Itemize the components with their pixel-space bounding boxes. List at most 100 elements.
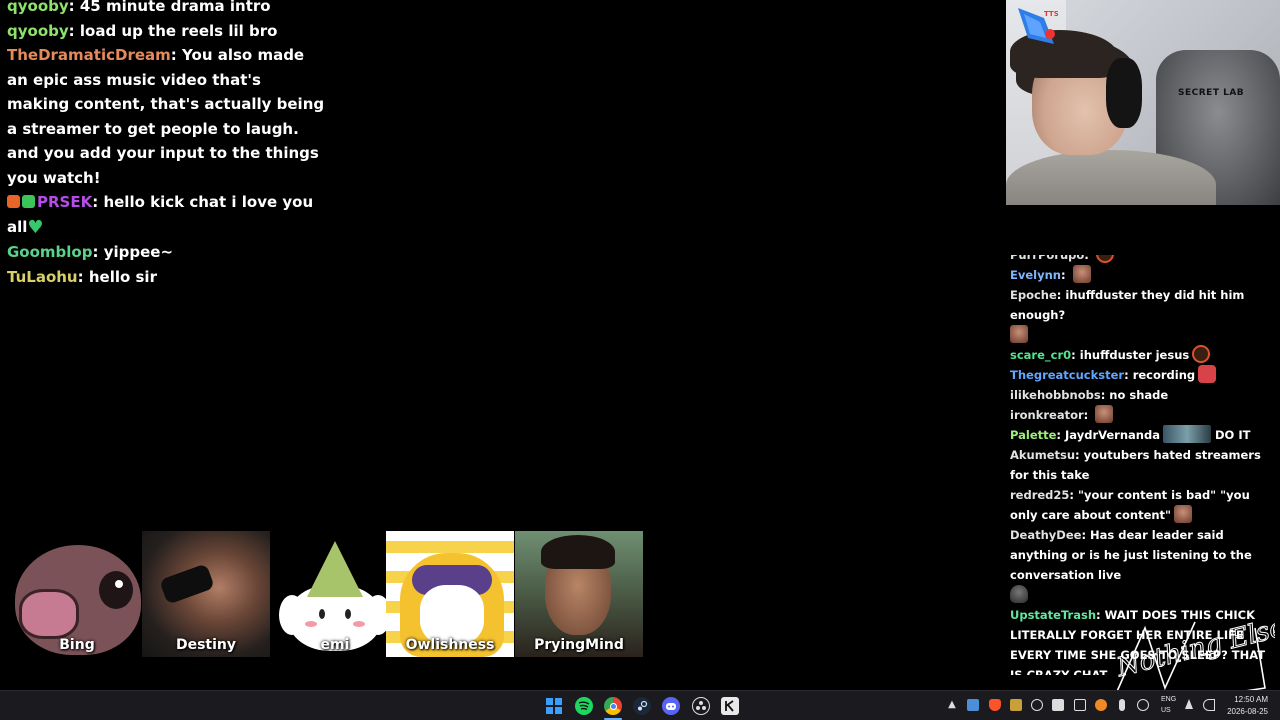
participant-name: Destiny bbox=[175, 637, 237, 653]
participant-name: emi bbox=[320, 637, 350, 653]
chat-message: Akumetsu: youtubers hated streamers for … bbox=[1010, 448, 1261, 482]
chat-message: Goomblop: yippee~ bbox=[7, 243, 174, 261]
participant-name: Bing bbox=[59, 637, 95, 653]
tray-chevron-up-icon[interactable]: ▲ bbox=[946, 699, 958, 711]
microphone-image bbox=[159, 563, 215, 605]
windows-start-icon[interactable] bbox=[545, 697, 563, 715]
chat-message-text: 45 minute drama intro bbox=[79, 0, 271, 15]
stream-chat-overlay: qyooby: 45 minute drama intro qyooby: loa… bbox=[7, 0, 327, 289]
tray-obs-icon[interactable] bbox=[1031, 699, 1043, 711]
chat-username[interactable]: redred25 bbox=[1010, 488, 1069, 502]
chat-username[interactable]: qyooby bbox=[7, 0, 69, 15]
windows-taskbar: ▲ ENG US 12:50 AM 2026-08-25 bbox=[0, 690, 1280, 720]
chat-message: Thegreatcuckster: recording bbox=[1006, 365, 1272, 385]
system-clock[interactable]: 12:50 AM 2026-08-25 bbox=[1227, 694, 1268, 718]
chat-message: PRSEK: hello kick chat i love you all ♥ bbox=[7, 190, 327, 240]
region-code: US bbox=[1161, 707, 1171, 714]
participant-tile-bing: Bing bbox=[13, 531, 141, 657]
chat-username[interactable]: Epoche bbox=[1010, 288, 1057, 302]
tray-screen-icon[interactable] bbox=[1074, 699, 1086, 711]
chat-message-text: You also made an epic ass music video th… bbox=[7, 46, 325, 187]
chat-message-text: ihuffduster jesus bbox=[1079, 348, 1190, 362]
chat-username[interactable]: ironkreator bbox=[1010, 408, 1084, 422]
logo-text: Nothing Else? bbox=[1113, 618, 1275, 683]
tray-brave-icon[interactable] bbox=[989, 699, 1001, 711]
chat-message-text: recording bbox=[1132, 368, 1196, 382]
chat-emote-icon bbox=[1174, 505, 1193, 523]
chat-emote-icon bbox=[1095, 405, 1114, 423]
chat-message-text: no shade bbox=[1109, 388, 1169, 402]
chat-username[interactable]: PurrPorupo bbox=[1010, 255, 1084, 262]
chat-username[interactable]: ilikehobbnobs bbox=[1010, 388, 1101, 402]
participant-tile-emi: emi bbox=[271, 531, 399, 657]
tts-label: TTS ON bbox=[1044, 10, 1058, 18]
webcam-feed: SECRET LAB TTS ON bbox=[1006, 0, 1280, 205]
obs-icon[interactable] bbox=[692, 697, 710, 715]
chat-message: Palette: JaydrVernanda DO IT bbox=[1006, 425, 1272, 445]
chat-username[interactable]: DeathyDee bbox=[1010, 528, 1081, 542]
chat-username[interactable]: UpstateTrash bbox=[1010, 608, 1096, 622]
participant-name: Owlishness bbox=[405, 637, 495, 653]
green-heart-icon: ♥ bbox=[27, 216, 44, 238]
chat-message: Evelynn: bbox=[1006, 265, 1272, 285]
discord-icon[interactable] bbox=[662, 697, 680, 715]
chat-message: qyooby: load up the reels lil bro bbox=[7, 21, 278, 40]
tts-bot-icon: TTS ON bbox=[1018, 8, 1058, 44]
chrome-icon[interactable] bbox=[604, 697, 622, 715]
tray-wifi-icon[interactable] bbox=[1185, 699, 1193, 709]
chat-emote-icon bbox=[1010, 585, 1028, 603]
chat-username[interactable]: Palette bbox=[1010, 428, 1056, 442]
gnome-hat bbox=[307, 541, 363, 597]
chat-username[interactable]: TuLaohu bbox=[7, 268, 78, 286]
kick-chat-panel: PurrPorupo: Evelynn: Epoche: ihuffduster… bbox=[1006, 255, 1272, 675]
chat-message: TuLaohu: hello sir bbox=[7, 267, 157, 286]
chat-emote-icon bbox=[1072, 265, 1091, 283]
chat-message: TheDramaticDream: You also made an epic … bbox=[7, 46, 325, 187]
tray-network-icon[interactable] bbox=[1137, 699, 1149, 711]
chat-username[interactable]: Akumetsu bbox=[1010, 448, 1075, 462]
chat-emote-icon bbox=[1192, 345, 1211, 363]
tray-microphone-icon[interactable] bbox=[1119, 699, 1125, 711]
tray-app-icon[interactable] bbox=[1010, 699, 1022, 711]
chat-message: scare_cr0: ihuffduster jesus bbox=[1006, 345, 1272, 365]
chat-username[interactable]: Goomblop bbox=[7, 243, 92, 261]
participant-tile-pryingmind: PryingMind bbox=[515, 531, 643, 657]
participant-name: PryingMind bbox=[534, 637, 624, 653]
chat-emote-icon bbox=[1163, 425, 1211, 443]
chair-brand-label: SECRET LAB bbox=[1178, 88, 1245, 98]
tray-steam-icon[interactable] bbox=[967, 699, 979, 711]
chat-message: ironkreator: bbox=[1006, 405, 1272, 425]
chat-username[interactable]: Thegreatcuckster bbox=[1010, 368, 1124, 382]
spotify-icon[interactable] bbox=[575, 697, 593, 715]
broadcaster-badge-icon bbox=[7, 195, 20, 208]
chat-message: PurrPorupo: bbox=[1006, 255, 1272, 265]
steam-icon[interactable] bbox=[633, 697, 651, 715]
chat-username[interactable]: scare_cr0 bbox=[1010, 348, 1071, 362]
chat-message: redred25: "your content is bad" "you onl… bbox=[1010, 488, 1250, 523]
chat-username[interactable]: qyooby bbox=[7, 22, 69, 40]
nothing-else-logo: Nothing Else? bbox=[1112, 618, 1275, 697]
chat-username[interactable]: TheDramaticDream bbox=[7, 46, 171, 64]
chat-message: Epoche: ihuffduster they did hit him eno… bbox=[1006, 285, 1272, 345]
participant-tile-owlishness: Owlishness bbox=[386, 531, 514, 657]
chat-message: ilikehobbnobs: no shade bbox=[1010, 388, 1169, 402]
chat-username[interactable]: PRSEK bbox=[37, 193, 92, 211]
tray-search-icon[interactable] bbox=[1095, 699, 1107, 711]
tray-volume-icon[interactable] bbox=[1203, 699, 1215, 711]
chat-message-text: load up the reels lil bro bbox=[79, 21, 278, 40]
language-code: ENG bbox=[1161, 696, 1177, 703]
clock-date: 2026-08-25 bbox=[1227, 707, 1268, 716]
chat-message: DeathyDee: Has dear leader said anything… bbox=[1006, 525, 1272, 605]
chat-username[interactable]: Evelynn bbox=[1010, 268, 1061, 282]
chat-message: qyooby: 45 minute drama intro bbox=[7, 0, 327, 19]
chat-message-text: yippee~ bbox=[103, 243, 174, 261]
chat-emote-icon bbox=[1095, 255, 1114, 263]
chat-message-text: JaydrVernanda bbox=[1065, 428, 1160, 442]
language-indicator[interactable]: ENG US bbox=[1161, 694, 1176, 716]
headset bbox=[1106, 58, 1142, 128]
tray-gmail-icon[interactable] bbox=[1052, 699, 1064, 711]
chat-emote-icon bbox=[1198, 365, 1217, 383]
kick-app-icon[interactable] bbox=[721, 697, 739, 715]
verified-badge-icon bbox=[22, 195, 35, 208]
chat-message-text: DO IT bbox=[1215, 428, 1251, 442]
